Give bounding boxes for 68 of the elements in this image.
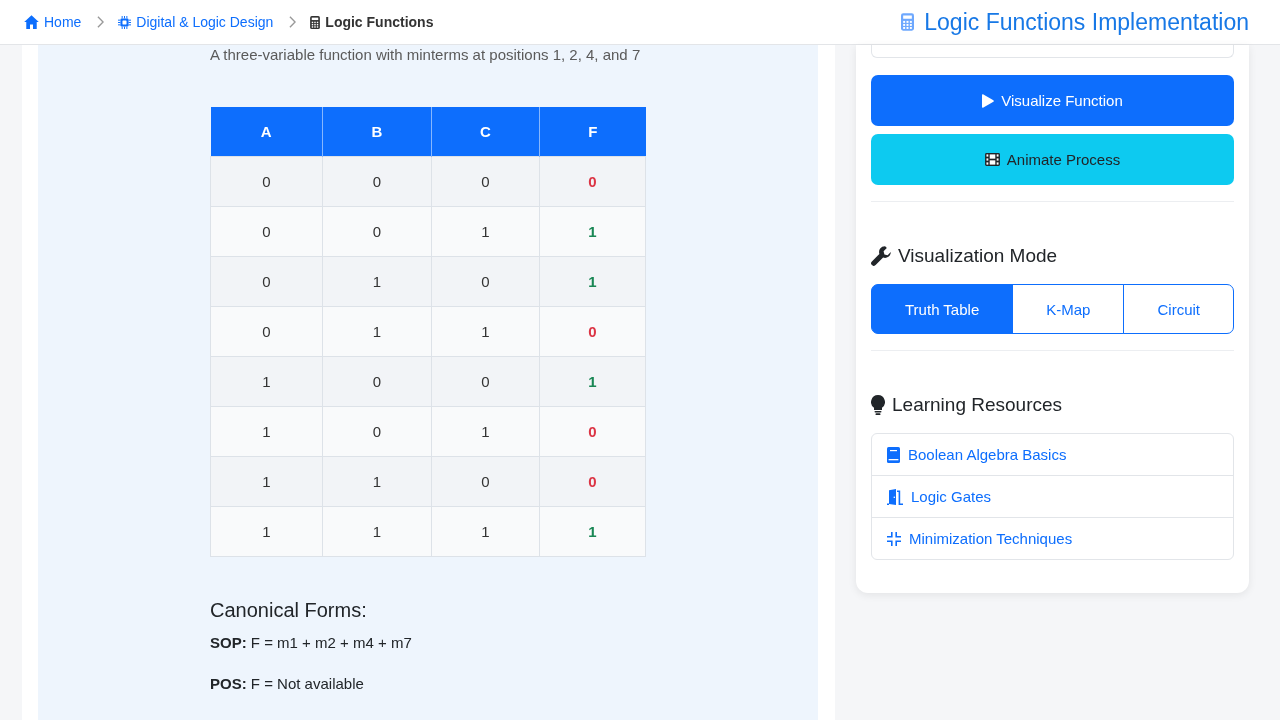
breadcrumb-link[interactable]: Digital & Logic Design [118, 14, 274, 30]
table-cell: 0 [431, 356, 540, 407]
function-description: A three-variable function with minterms at positions 1, 2, 4, and 7 [210, 45, 642, 64]
table-cell: 0 [210, 156, 323, 207]
table-cell: 1 [210, 356, 323, 407]
table-cell: 1 [431, 506, 540, 557]
table-cell: 0 [322, 356, 432, 407]
table-cell: 1 [431, 206, 540, 257]
table-cell: 1 [431, 306, 540, 357]
column-header: C [431, 107, 540, 157]
mode-tab[interactable]: Circuit [1123, 284, 1234, 334]
resource-link[interactable]: Boolean Algebra Basics [872, 434, 1233, 475]
page-title: Logic Functions Implementation [924, 8, 1249, 36]
output-cell: 1 [539, 506, 646, 557]
chevron-right-icon [289, 16, 297, 28]
table-cell: 0 [322, 406, 432, 457]
lightbulb-icon [871, 395, 885, 415]
output-cell: 0 [539, 156, 646, 207]
output-cell: 0 [539, 306, 646, 357]
table-cell: 0 [210, 306, 323, 357]
table-cell: 0 [322, 156, 432, 207]
action-button[interactable]: Animate Process [871, 134, 1234, 185]
breadcrumb-link[interactable]: Home [24, 14, 82, 30]
table-cell: 0 [210, 206, 323, 257]
wrench-icon [871, 246, 891, 266]
table-cell: 1 [210, 406, 323, 457]
calculator-icon [310, 15, 321, 29]
table-cell: 0 [322, 206, 432, 257]
film-icon [984, 153, 1000, 166]
play-icon [982, 93, 995, 108]
output-cell: 1 [539, 256, 646, 307]
compress-icon [887, 531, 901, 546]
table-cell: 1 [210, 456, 323, 507]
formula-line: POS: F = Not available [210, 674, 365, 694]
table-cell: 1 [322, 456, 432, 507]
mode-tab[interactable]: K-Map [1012, 284, 1125, 334]
table-cell: 0 [431, 256, 540, 307]
section-heading: Visualization Mode [898, 244, 1058, 268]
door-icon [887, 488, 903, 505]
book-icon [887, 446, 900, 463]
output-cell: 0 [539, 406, 646, 457]
table-cell: 1 [322, 506, 432, 557]
table-cell: 1 [431, 406, 540, 457]
section-heading: Learning Resources [892, 393, 1063, 417]
resource-link[interactable]: Logic Gates [872, 475, 1233, 517]
output-cell: 0 [539, 456, 646, 507]
calculator-icon [901, 13, 915, 31]
table-cell: 0 [210, 256, 323, 307]
column-header: B [322, 107, 432, 157]
chip-icon [118, 15, 132, 29]
column-header: F [539, 107, 646, 157]
action-button[interactable]: Visualize Function [871, 75, 1234, 126]
table-cell: 1 [322, 256, 432, 307]
table-cell: 0 [431, 456, 540, 507]
chevron-right-icon [97, 16, 105, 28]
table-cell: 1 [210, 506, 323, 557]
resource-link[interactable]: Minimization Techniques [872, 517, 1233, 559]
table-cell: 1 [322, 306, 432, 357]
column-header: A [210, 107, 323, 157]
section-heading: Canonical Forms: [210, 598, 368, 622]
output-cell: 1 [539, 206, 646, 257]
input-field[interactable] [871, 45, 1234, 58]
breadcrumb-current[interactable]: Logic Functions [310, 14, 434, 30]
formula-line: SOP: F = m1 + m2 + m4 + m7 [210, 633, 413, 653]
home-icon [24, 15, 39, 29]
mode-tab[interactable]: Truth Table [871, 284, 1014, 334]
output-cell: 1 [539, 356, 646, 407]
table-cell: 0 [431, 156, 540, 207]
